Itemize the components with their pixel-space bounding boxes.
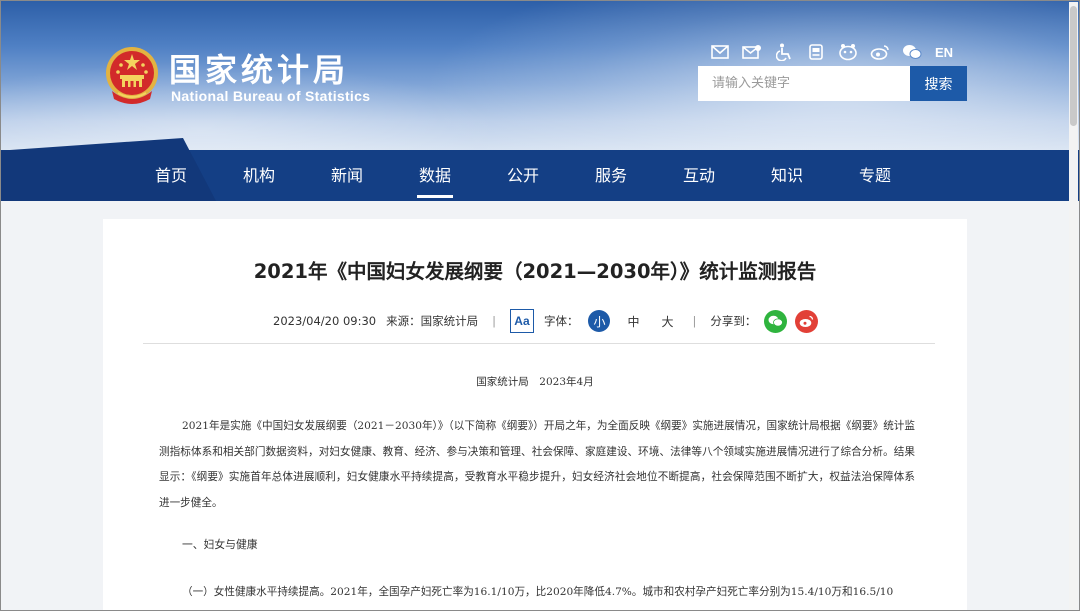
accessibility-icon[interactable] xyxy=(773,41,795,63)
nav-item-news[interactable]: 新闻 xyxy=(303,150,391,201)
nav-item-services[interactable]: 服务 xyxy=(567,150,655,201)
nav-item-organization[interactable]: 机构 xyxy=(215,150,303,201)
page-scrollbar[interactable] xyxy=(1069,2,1078,610)
nav-item-home[interactable]: 首页 xyxy=(127,150,215,201)
article-byline: 国家统计局 2023年4月 xyxy=(476,376,594,388)
search-button[interactable]: 搜索 xyxy=(910,66,967,101)
browser-frame: 国家统计局 National Bureau of Statistics EN 请… xyxy=(0,0,1080,611)
article-container: 2021年《中国妇女发展纲要（2021—2030年）》统计监测报告 2023/0… xyxy=(103,219,967,610)
search-input[interactable] xyxy=(698,66,910,101)
publish-datetime: 2023/04/20 09:30 xyxy=(273,314,377,328)
article-intro-paragraph: 2021年是实施《中国妇女发展纲要（2021－2030年）》（以下简称《纲要》）… xyxy=(159,420,915,509)
font-size-large[interactable]: 大 xyxy=(656,310,678,332)
font-size-icon[interactable]: Aa xyxy=(509,309,534,333)
share-label: 分享到： xyxy=(710,314,757,328)
article-meta: 2023/04/20 09:30 来源：国家统计局 | Aa 字体： 小 中 大… xyxy=(273,308,819,334)
article-title: 2021年《中国妇女发展纲要（2021—2030年）》统计监测报告 xyxy=(253,260,817,283)
article-source: 来源：国家统计局 xyxy=(386,314,479,328)
mail-icon[interactable] xyxy=(709,41,731,63)
share-wechat-icon[interactable] xyxy=(764,309,788,333)
wechat-icon[interactable] xyxy=(901,41,923,63)
weibo-icon[interactable] xyxy=(869,41,891,63)
national-emblem-icon[interactable] xyxy=(104,45,160,105)
nav-item-knowledge[interactable]: 知识 xyxy=(743,150,831,201)
site-header: 国家统计局 National Bureau of Statistics EN 请… xyxy=(1,1,1079,151)
nav-items: 首页 机构 新闻 数据 公开 服务 互动 知识 专题 xyxy=(127,150,919,201)
font-label: 字体： xyxy=(543,314,579,328)
share-weibo-icon[interactable] xyxy=(795,309,819,333)
site-logo-english[interactable]: National Bureau of Statistics xyxy=(171,88,370,104)
site-logo-chinese[interactable]: 国家统计局 xyxy=(169,45,349,91)
nav-item-data[interactable]: 数据 xyxy=(391,150,479,201)
font-size-small[interactable]: 小 xyxy=(588,310,611,332)
font-size-medium[interactable]: 中 xyxy=(622,310,644,332)
meta-separator: | xyxy=(492,314,496,328)
main-navigation: 首页 机构 新闻 数据 公开 服务 互动 知识 专题 xyxy=(1,138,1079,201)
subscribe-icon[interactable] xyxy=(741,41,763,63)
nav-item-disclosure[interactable]: 公开 xyxy=(479,150,567,201)
scrollbar-thumb[interactable] xyxy=(1070,6,1077,126)
elder-mode-icon[interactable] xyxy=(805,41,827,63)
meta-separator: | xyxy=(692,314,697,328)
nav-item-topics[interactable]: 专题 xyxy=(831,150,919,201)
meta-divider xyxy=(143,343,935,344)
utility-icons: EN xyxy=(709,41,953,63)
nav-item-interaction[interactable]: 互动 xyxy=(655,150,743,201)
section-paragraph: （一）女性健康水平持续提高。2021年，全国孕产妇死亡率为16.1/10万，比2… xyxy=(182,586,894,598)
english-version-link[interactable]: EN xyxy=(935,45,953,60)
wechat-mini-icon[interactable] xyxy=(837,41,859,63)
section-heading: 一、妇女与健康 xyxy=(182,538,258,551)
